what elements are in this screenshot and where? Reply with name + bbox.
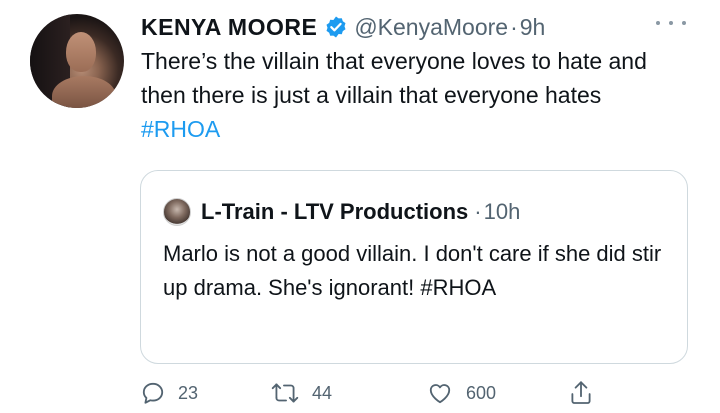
like-button[interactable]: 600 xyxy=(426,378,496,408)
quoted-tweet[interactable]: L-Train - LTV Productions · 10h Marlo is… xyxy=(140,170,688,364)
like-count: 600 xyxy=(466,382,497,403)
tweet-header: KENYA MOORE @KenyaMoore · 9h xyxy=(141,12,545,42)
reply-count: 23 xyxy=(178,382,199,403)
hashtag-link[interactable]: #RHOA xyxy=(141,116,220,142)
author-handle[interactable]: @KenyaMoore xyxy=(354,14,508,41)
more-options-icon[interactable] xyxy=(656,16,686,30)
share-icon xyxy=(568,379,594,407)
verified-badge-icon xyxy=(324,15,348,39)
quoted-author-avatar xyxy=(163,198,191,226)
quoted-tweet-header: L-Train - LTV Productions · 10h xyxy=(163,197,520,227)
retweet-icon xyxy=(270,380,300,406)
share-button[interactable] xyxy=(568,378,594,408)
quoted-tweet-text: Marlo is not a good villain. I don't car… xyxy=(163,241,662,300)
tweet-text-body: There’s the villain that everyone loves … xyxy=(141,48,647,108)
heart-icon xyxy=(426,380,454,406)
tweet-text: There’s the villain that everyone loves … xyxy=(141,44,661,146)
tweet-timestamp[interactable]: 9h xyxy=(520,14,546,41)
header-separator: · xyxy=(510,13,518,40)
quoted-author-name: L-Train - LTV Productions xyxy=(201,199,469,224)
reply-button[interactable]: 23 xyxy=(140,378,198,408)
author-avatar[interactable] xyxy=(30,14,124,108)
reply-icon xyxy=(140,380,166,406)
retweet-button[interactable]: 44 xyxy=(270,378,332,408)
author-name[interactable]: KENYA MOORE xyxy=(141,14,317,41)
quoted-timestamp: 10h xyxy=(483,199,521,224)
action-bar: 23 44 600 xyxy=(140,378,610,408)
quoted-header-separator: · xyxy=(474,199,482,224)
tweet: KENYA MOORE @KenyaMoore · 9h There’s the… xyxy=(0,0,720,413)
retweet-count: 44 xyxy=(312,382,333,403)
